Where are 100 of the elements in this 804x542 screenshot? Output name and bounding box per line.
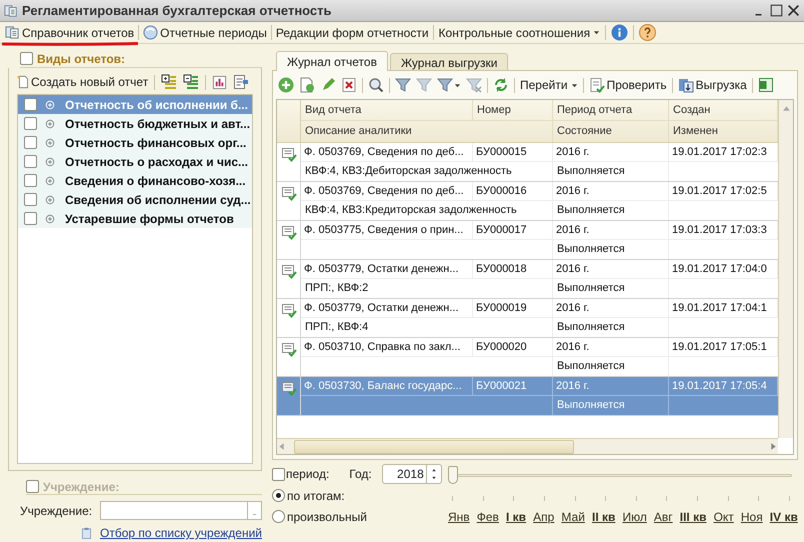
copy-document-icon[interactable] [299, 77, 315, 93]
document-settings-icon[interactable] [233, 74, 250, 90]
tab[interactable]: Журнал выгрузки [390, 53, 508, 70]
add-icon[interactable] [278, 77, 294, 93]
period-link[interactable]: Ноя [740, 508, 763, 526]
period-link[interactable]: Апр [533, 508, 554, 526]
scroll-thumb[interactable] [294, 440, 574, 454]
document-stack-icon [5, 25, 20, 40]
expand-icon[interactable] [45, 138, 55, 148]
spreadsheet-icon[interactable] [758, 77, 774, 93]
filter-link[interactable]: Отбор по списку учреждений [100, 524, 262, 542]
table-row[interactable]: Ф. 0503779, Остатки денежн... БУ000018 2016 г. 19.01.2017 17:04:0 ПРП:, КВФ:2 Выполняется [277, 260, 778, 299]
table-cell: 2016 г. [553, 143, 669, 162]
toolbar-button[interactable]: Справочник отчетов [4, 24, 136, 42]
search-icon[interactable] [368, 77, 384, 93]
tree-item[interactable]: Сведения об исполнении суд... [18, 190, 252, 209]
column-header[interactable]: Вид отчета [301, 100, 473, 121]
period-link[interactable]: Авг [654, 508, 673, 526]
radio-label: произвольный [287, 508, 367, 526]
table-cell: Выполняется [553, 201, 669, 220]
go-menu-button[interactable]: Перейти [520, 76, 578, 94]
period-link[interactable]: Янв [448, 508, 470, 526]
caret-icon [454, 82, 461, 88]
tree-item-label: Отчетность бюджетных и авт... [65, 116, 250, 132]
year-field[interactable]: 2018 [382, 464, 427, 484]
export-button[interactable]: Выгрузка [678, 76, 747, 94]
period-link[interactable]: Июл [622, 508, 647, 526]
help-icon[interactable] [639, 24, 656, 41]
checkbox[interactable] [20, 52, 33, 65]
slider-thumb[interactable] [448, 466, 458, 484]
delete-icon[interactable] [341, 77, 357, 93]
field-label: Год: [349, 466, 372, 483]
tree-item[interactable]: Отчетность финансовых орг... [18, 133, 252, 152]
filter-icon[interactable] [416, 77, 432, 93]
column-header[interactable]: Описание аналитики [301, 121, 553, 142]
column-header[interactable]: Номер [473, 100, 553, 121]
document-check-icon [588, 77, 605, 93]
table-cell: Ф. 0503779, Остатки денежн... [301, 299, 473, 318]
expand-icon[interactable] [45, 156, 55, 166]
period-link[interactable]: Фев [476, 508, 499, 526]
checkbox[interactable] [24, 98, 37, 111]
table-cell: ПРП:, КВФ:2 [301, 279, 553, 298]
maximize-icon[interactable] [770, 4, 783, 17]
period-link[interactable]: IV кв [770, 508, 798, 526]
pencil-icon[interactable] [320, 77, 336, 93]
checkbox[interactable] [24, 212, 37, 225]
refresh-icon[interactable] [493, 77, 509, 93]
period-link[interactable]: III кв [680, 508, 706, 526]
expand-all-icon[interactable] [161, 74, 178, 90]
period-link[interactable]: Окт [714, 508, 734, 526]
expand-icon[interactable] [45, 176, 55, 186]
table-row[interactable]: Ф. 0503769, Сведения по деб... БУ000015 2016 г. 19.01.2017 17:02:3 КВФ:4, КВЗ:Дебиторская задолженность Выполняется [277, 143, 778, 182]
checkbox[interactable] [24, 136, 37, 149]
table-cell: БУ000020 [473, 338, 553, 357]
table-row[interactable]: Ф. 0503779, Остатки денежн... БУ000019 2016 г. 19.01.2017 17:04:1 ПРП:, КВФ:4 Выполняется [277, 299, 778, 338]
collapse-all-icon[interactable] [183, 74, 200, 90]
period-link[interactable]: II кв [592, 508, 616, 526]
table-row[interactable]: Ф. 0503710, Справка по закл... БУ000020 2016 г. 19.01.2017 17:05:1 Выполняется [277, 338, 778, 377]
checkbox[interactable] [24, 155, 37, 168]
toolbar-button[interactable]: Редакции форм отчетности [274, 24, 430, 42]
period-link[interactable]: Май [561, 508, 585, 526]
table-cell: Ф. 0503769, Сведения по деб... [301, 182, 473, 201]
checkbox[interactable] [26, 480, 39, 493]
table-row[interactable]: Ф. 0503769, Сведения по деб... БУ000016 2016 г. 19.01.2017 17:02:5 КВФ:4, КВЗ:Кредиторская задолженность Выполняется [277, 182, 778, 221]
filter-icon[interactable] [395, 77, 411, 93]
expand-icon[interactable] [45, 118, 55, 128]
table-row[interactable]: Ф. 0503775, Сведения о прин... БУ000017 2016 г. 19.01.2017 17:03:3 Выполняется [277, 221, 778, 260]
clear-filter-icon[interactable] [466, 77, 482, 93]
tree-item[interactable]: Отчетность бюджетных и авт... [18, 114, 252, 133]
radio-button[interactable] [272, 510, 285, 523]
period-slider[interactable] [448, 466, 794, 486]
expand-icon[interactable] [45, 214, 55, 224]
tree-item[interactable]: Устаревшие формы отчетов [18, 209, 252, 228]
vertical-scrollbar[interactable] [778, 100, 793, 438]
horizontal-scrollbar[interactable] [277, 438, 778, 454]
chart-icon[interactable] [212, 74, 228, 90]
close-icon[interactable] [787, 4, 800, 17]
export-icon [678, 77, 694, 93]
radio-button[interactable] [272, 489, 285, 502]
tree-item[interactable]: Отчетность о расходах и чис... [18, 152, 252, 171]
info-icon[interactable] [611, 24, 628, 41]
period-link[interactable]: I кв [506, 508, 526, 526]
column-header[interactable]: Состояние [553, 121, 669, 142]
menu-button[interactable]: Контрольные соотношения [436, 24, 602, 42]
table-cell: 2016 г. [553, 377, 669, 396]
table-cell: БУ000015 [473, 143, 553, 162]
checkbox[interactable] [272, 468, 285, 480]
document-check-icon [281, 224, 297, 240]
expand-icon[interactable] [45, 194, 55, 204]
checkbox[interactable] [24, 174, 37, 187]
create-report-button[interactable]: Создать новый отчет [17, 73, 148, 91]
tree-item[interactable]: Сведения о финансово-хозя... [18, 171, 252, 190]
tab[interactable]: Журнал отчетов [276, 51, 388, 71]
toolbar-button[interactable]: Отчетные периоды [142, 24, 268, 42]
table-cell: БУ000016 [473, 182, 553, 201]
filter-menu-button[interactable] [437, 77, 461, 93]
check-button[interactable]: Проверить [588, 76, 667, 94]
column-header[interactable]: Период отчета [553, 100, 669, 121]
checkbox[interactable] [24, 117, 37, 130]
checkbox[interactable] [24, 193, 37, 206]
